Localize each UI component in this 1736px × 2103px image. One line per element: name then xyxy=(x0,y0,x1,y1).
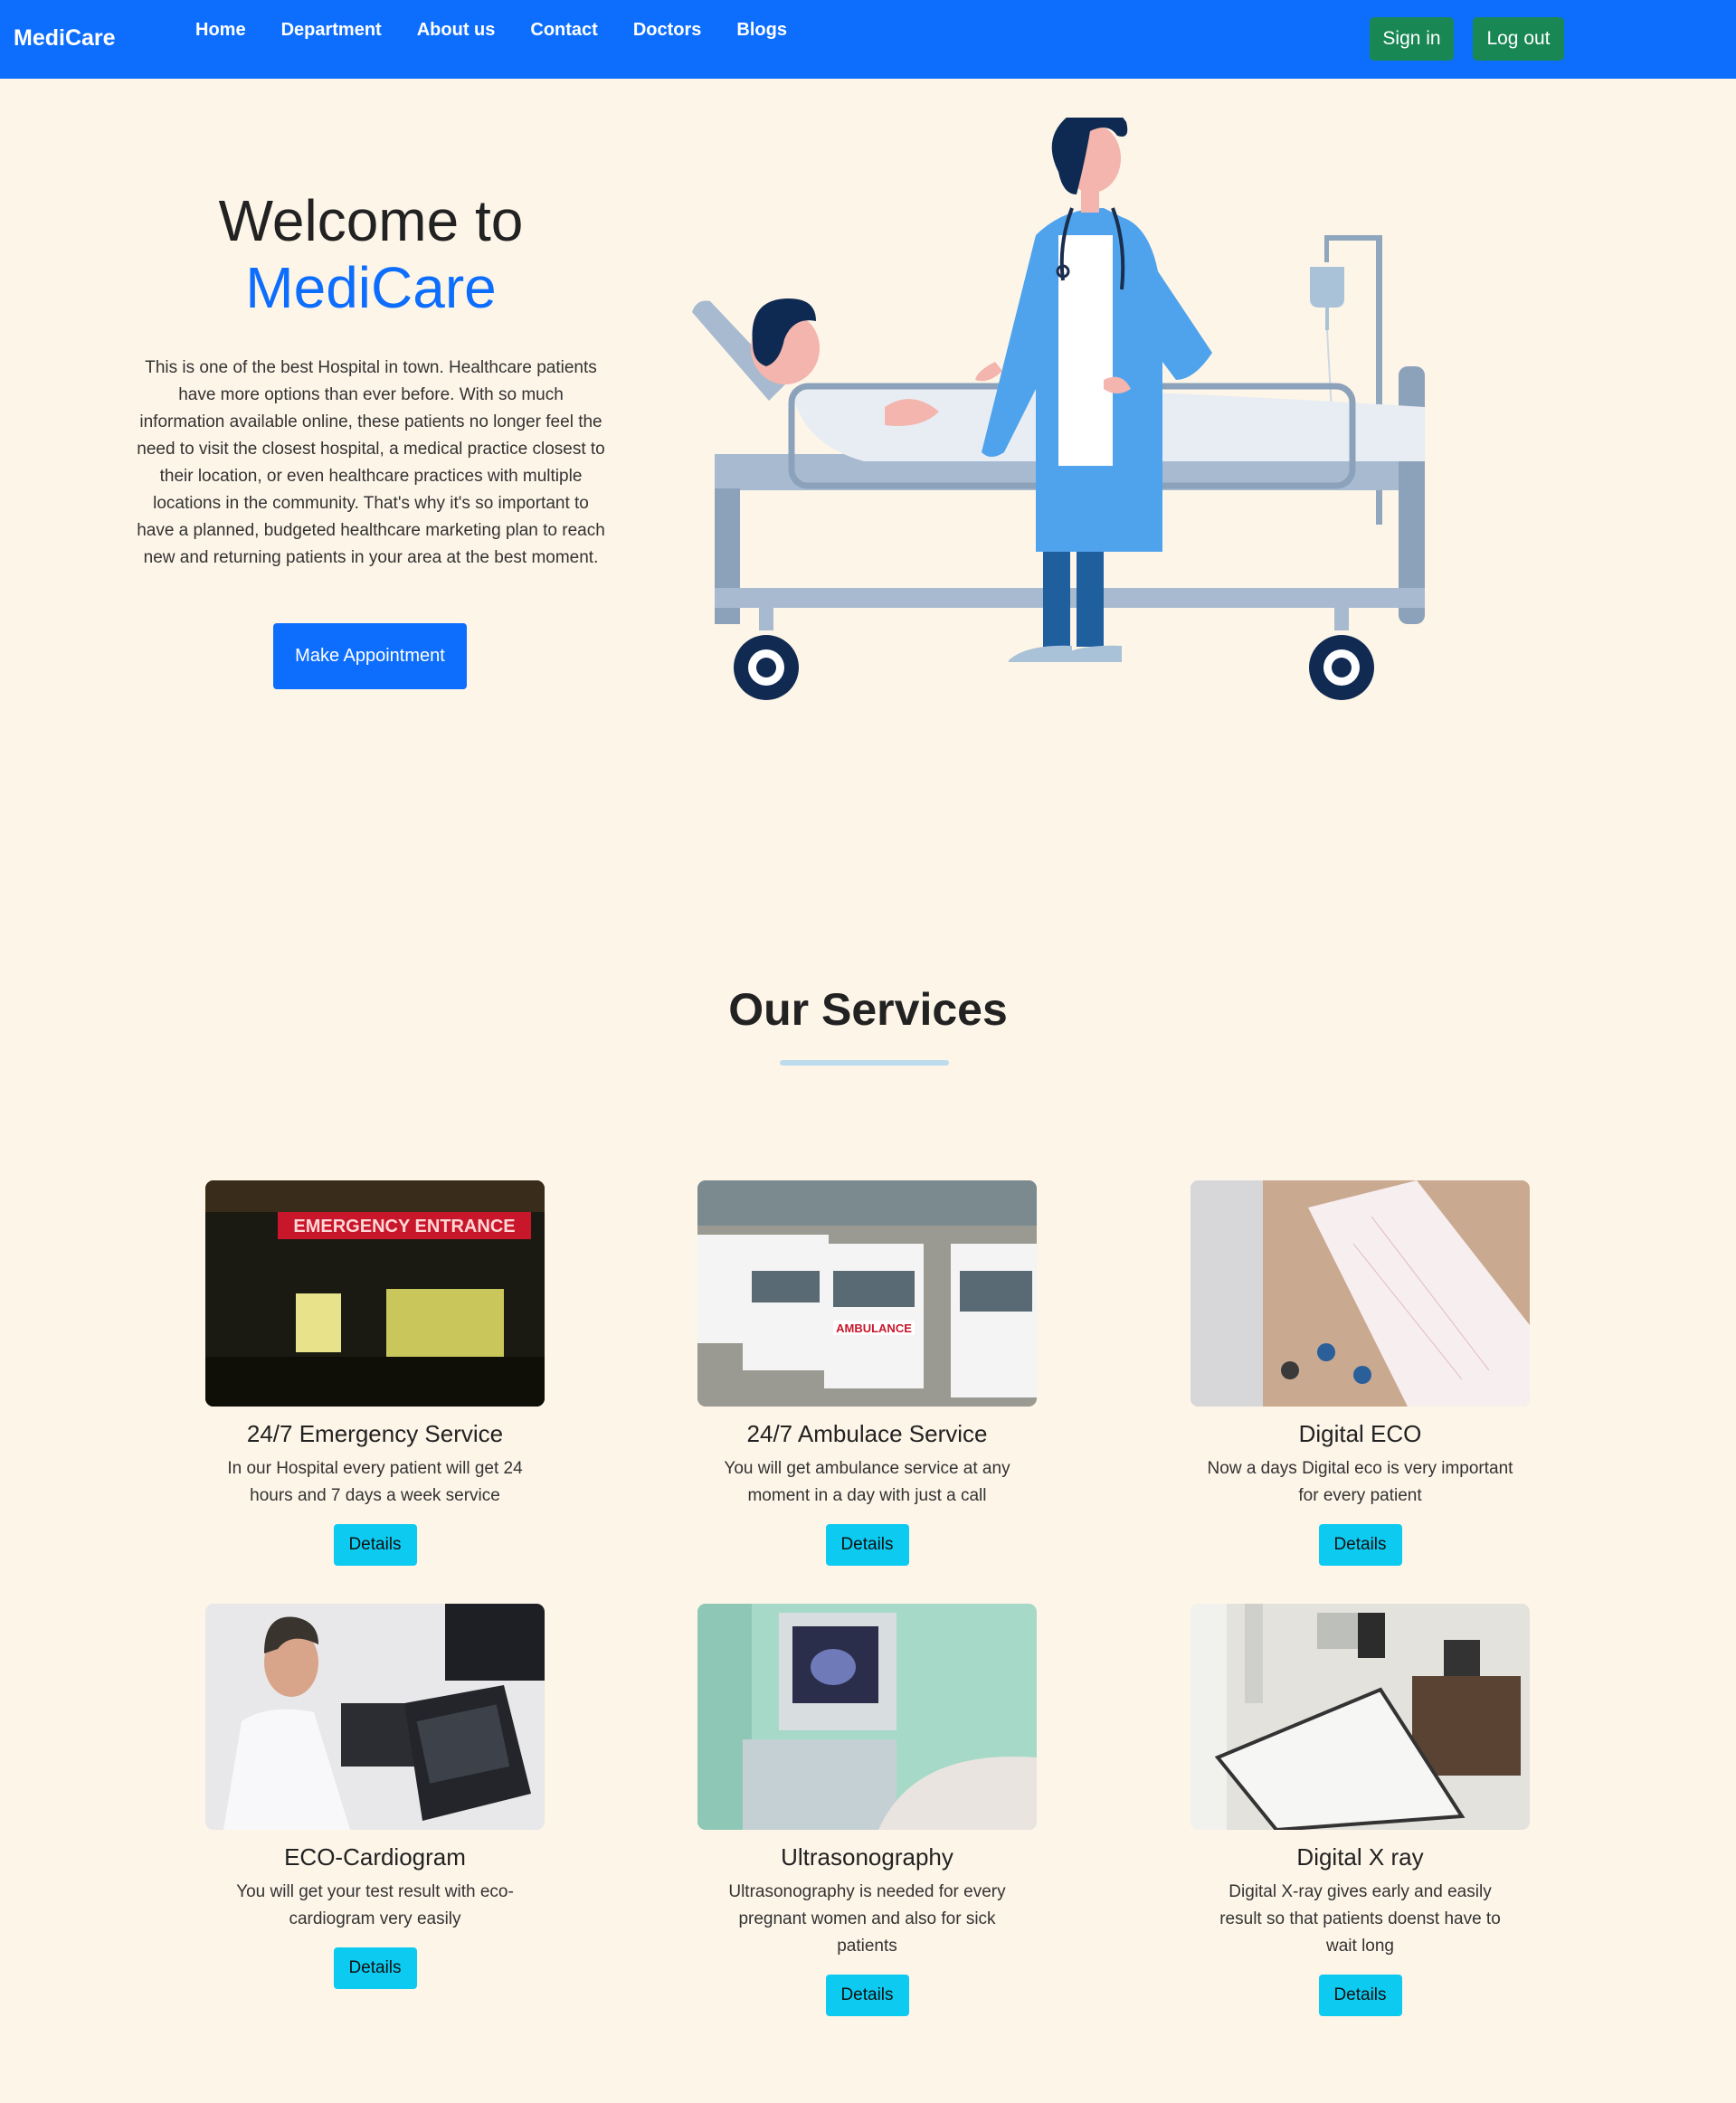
ambulance-label-text: AMBULANCE xyxy=(836,1321,912,1335)
log-out-button[interactable]: Log out xyxy=(1473,17,1564,61)
service-description: In our Hospital every patient will get 2… xyxy=(227,1459,523,1505)
emergency-sign-text: EMERGENCY ENTRANCE xyxy=(293,1217,515,1236)
service-title: 24/7 Ambulace Service xyxy=(746,1420,988,1447)
nav-link-department[interactable]: Department xyxy=(281,20,382,41)
nav-link-blogs[interactable]: Blogs xyxy=(736,20,787,41)
hero-title: Welcome to xyxy=(218,188,524,253)
service-title: Digital ECO xyxy=(1298,1420,1422,1447)
brand-logo[interactable]: MediCare xyxy=(14,25,116,52)
service-title: Digital X ray xyxy=(1296,1843,1424,1871)
service-description: Now a days Digital eco is very important… xyxy=(1207,1459,1513,1505)
service-card-ambulance: AMBULANCE 24/7 Ambulace Service You will… xyxy=(697,1180,1037,1566)
service-title: Ultrasonography xyxy=(781,1843,953,1871)
eco-cardiogram-image xyxy=(205,1604,545,1830)
details-button[interactable]: Details xyxy=(825,1975,909,2016)
sign-in-button[interactable]: Sign in xyxy=(1370,17,1454,61)
service-title: ECO-Cardiogram xyxy=(284,1843,466,1871)
service-description: You will get your test result with eco-c… xyxy=(236,1882,514,1928)
service-card-ultrasonography: Ultrasonography Ultrasonography is neede… xyxy=(697,1604,1037,2016)
make-appointment-button[interactable]: Make Appointment xyxy=(273,623,467,689)
ultrasonography-image xyxy=(697,1604,1037,1830)
service-card-emergency: EMERGENCY ENTRANCE 24/7 Emergency Servic… xyxy=(205,1180,545,1566)
details-button[interactable]: Details xyxy=(1318,1524,1402,1566)
service-description: Digital X-ray gives early and easily res… xyxy=(1219,1882,1501,1956)
services-divider xyxy=(780,1060,949,1066)
service-description: You will get ambulance service at any mo… xyxy=(724,1459,1010,1505)
hero-brand-name: MediCare xyxy=(245,255,497,320)
details-button[interactable]: Details xyxy=(825,1524,909,1566)
service-card-eco-cardiogram: ECO-Cardiogram You will get your test re… xyxy=(205,1604,545,1989)
services-heading: Our Services xyxy=(728,984,1008,1035)
hero-description: This is one of the best Hospital in town… xyxy=(137,358,605,567)
service-card-digital-eco: Digital ECO Now a days Digital eco is ve… xyxy=(1191,1180,1530,1566)
ambulances-image: AMBULANCE xyxy=(697,1180,1037,1407)
nav-link-contact[interactable]: Contact xyxy=(530,20,597,41)
doctor-patient-illustration xyxy=(692,118,1425,700)
nav-links: Home Department About us Contact Doctors… xyxy=(195,20,822,41)
service-card-digital-xray: Digital X ray Digital X-ray gives early … xyxy=(1191,1604,1530,2016)
xray-room-image xyxy=(1191,1604,1530,1830)
details-button[interactable]: Details xyxy=(333,1947,417,1989)
emergency-entrance-image: EMERGENCY ENTRANCE xyxy=(205,1180,545,1407)
service-title: 24/7 Emergency Service xyxy=(246,1420,504,1447)
details-button[interactable]: Details xyxy=(333,1524,417,1566)
nav-link-about-us[interactable]: About us xyxy=(417,20,496,41)
nav-link-doctors[interactable]: Doctors xyxy=(633,20,702,41)
nav-link-home[interactable]: Home xyxy=(195,20,246,41)
ecg-image xyxy=(1191,1180,1530,1407)
service-description: Ultrasonography is needed for every preg… xyxy=(728,1882,1006,1956)
navbar: MediCare Home Department About us Contac… xyxy=(0,0,1736,79)
details-button[interactable]: Details xyxy=(1318,1975,1402,2016)
